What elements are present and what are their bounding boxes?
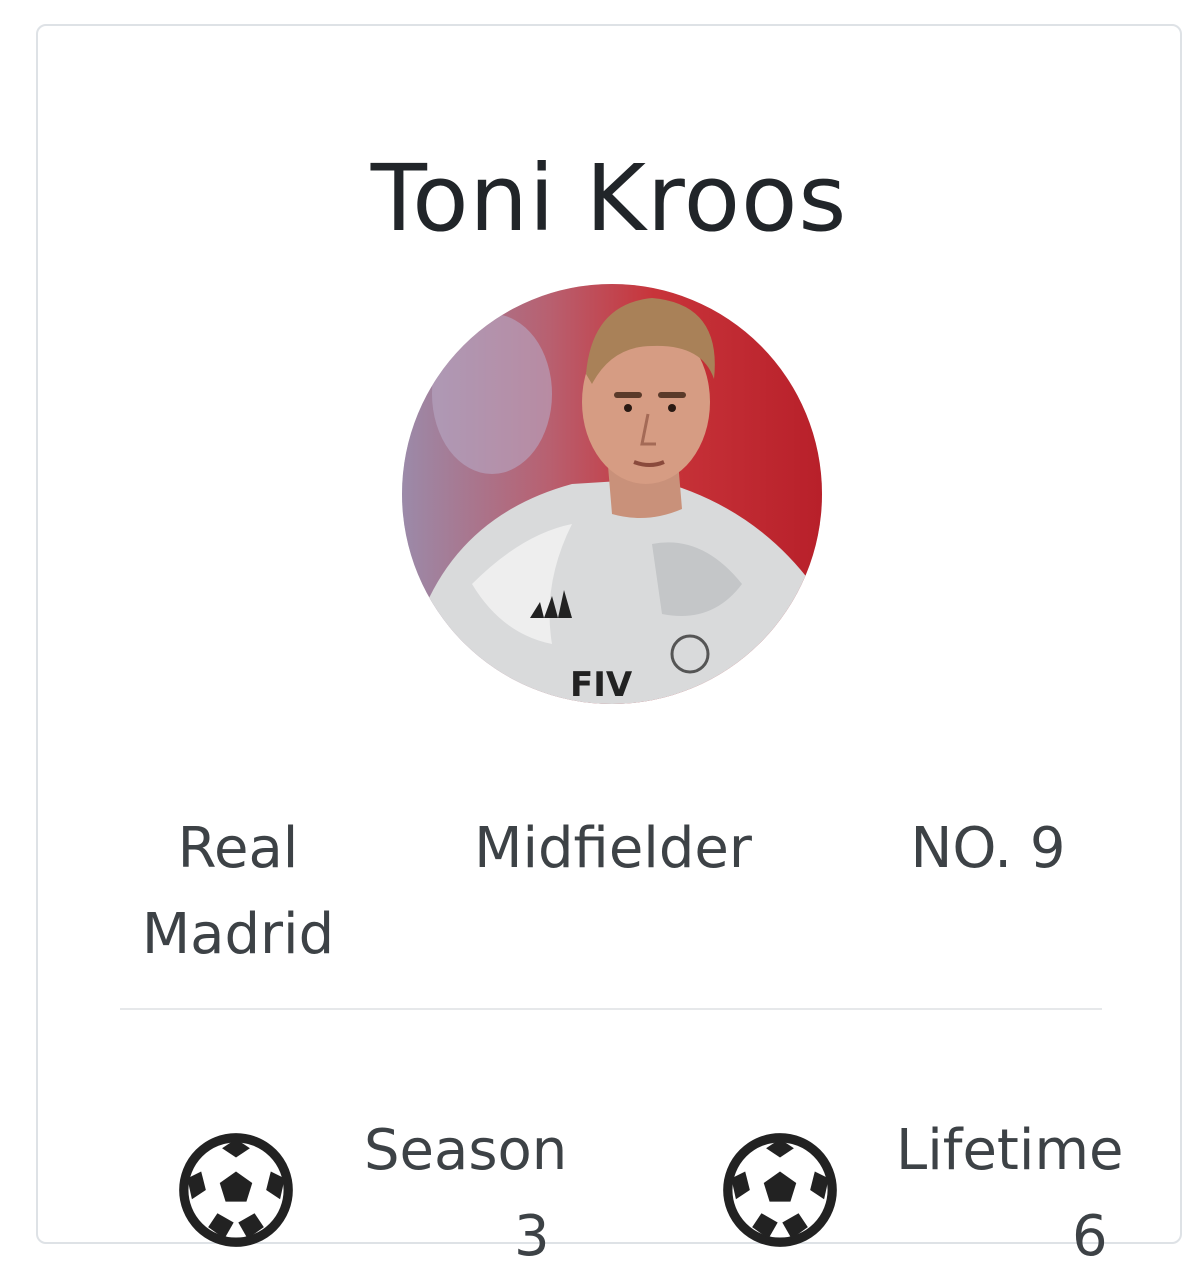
season-value: 3 bbox=[514, 1204, 550, 1269]
season-label: Season bbox=[364, 1118, 568, 1183]
soccer-ball-icon bbox=[178, 1132, 294, 1248]
player-card: Toni Kroos FIV Real Madrid Midfielder NO… bbox=[36, 24, 1182, 1269]
player-number: NO. 9 bbox=[910, 816, 1066, 881]
lifetime-label: Lifetime bbox=[896, 1118, 1124, 1183]
divider bbox=[120, 1008, 1102, 1010]
svg-text:FIV: FIV bbox=[570, 665, 633, 704]
player-club: Real Madrid bbox=[141, 816, 335, 967]
soccer-ball-icon bbox=[722, 1132, 838, 1248]
player-name: Toni Kroos bbox=[370, 145, 848, 252]
player-photo: FIV bbox=[402, 284, 822, 704]
lifetime-value: 6 bbox=[1072, 1204, 1108, 1269]
player-position: Midfielder bbox=[474, 816, 752, 881]
